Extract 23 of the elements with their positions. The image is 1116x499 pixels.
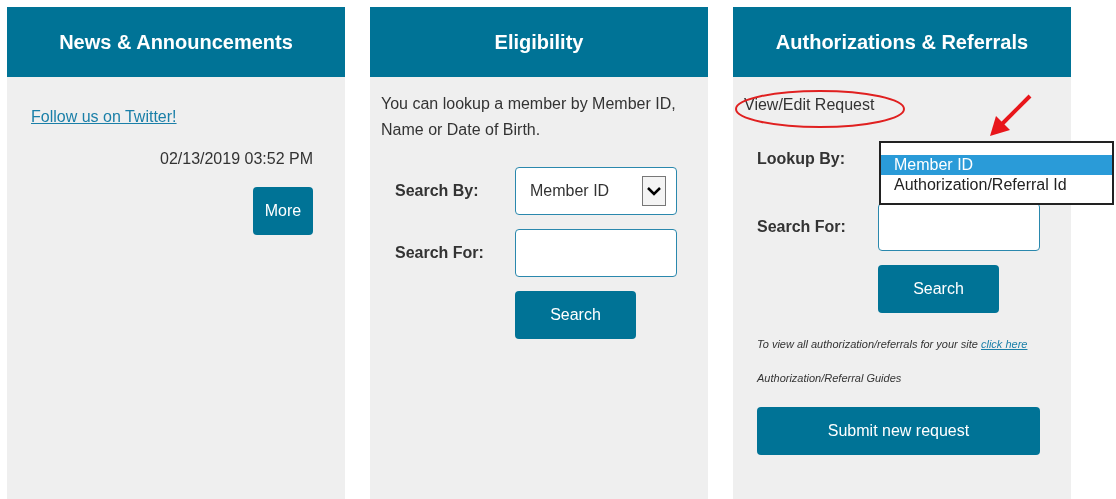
search-button[interactable]: Search [515,291,636,339]
intro-text: You can lookup a member by Member ID, Name or Date of Birth. [380,94,677,140]
field-label: Search By: [395,181,480,201]
panel-title: Authorizations & Referrals [775,30,1029,55]
click-here-link[interactable]: click here [981,338,1028,350]
submit-request-button[interactable]: Submit new request [757,406,1040,455]
dropdown-option[interactable]: Authorization/Referral Id [881,175,1112,195]
search-for-field[interactable] [878,203,1040,251]
search-by-select[interactable]: Member ID [515,167,677,215]
twitter-link[interactable]: Follow us on Twitter! [31,105,177,129]
more-button[interactable]: More [253,187,313,235]
panel-title: News & Announcements [59,30,293,55]
field-label: Lookup By: [757,149,846,169]
panel-title: Eligibility [494,30,584,55]
field-label: Search For: [395,243,485,263]
field-label: Search For: [757,217,847,237]
note-text: To view all authorization/referrals for your site click here [756,337,1029,352]
search-for-field[interactable] [515,229,677,277]
chevron-down-icon [642,176,666,206]
search-button[interactable]: Search [878,265,999,313]
guides-text: Authorization/Referral Guides [755,371,903,386]
dropdown-option[interactable]: Member ID [881,155,1112,175]
timestamp: 02/13/2019 03:52 PM [160,149,313,169]
